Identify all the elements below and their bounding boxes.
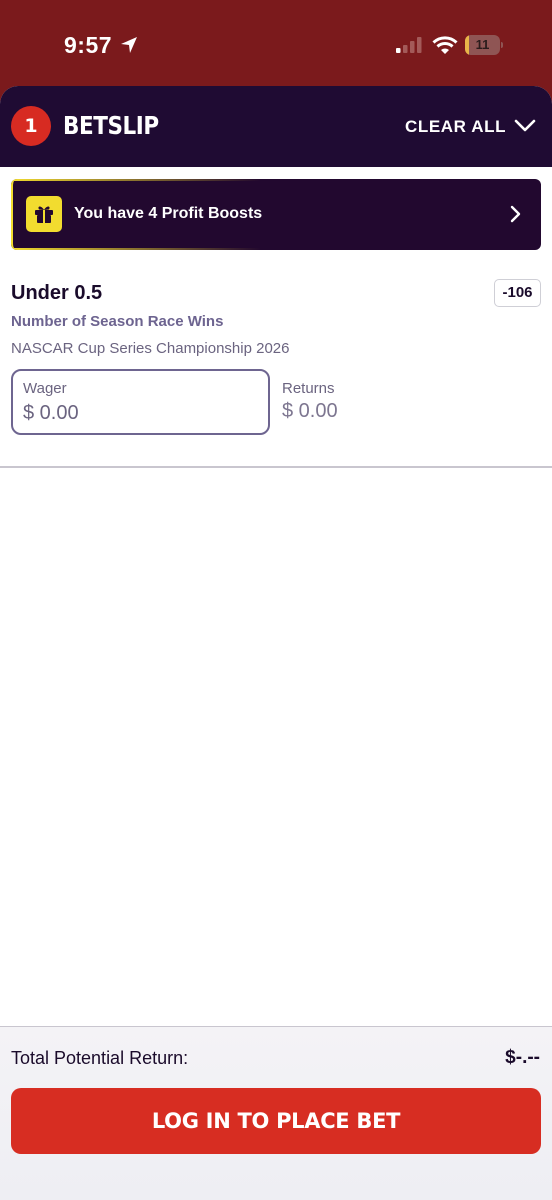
status-bar: 9:57 11 [0,0,552,88]
wager-input[interactable] [23,400,253,426]
chevron-down-icon[interactable] [513,116,537,136]
battery-body: 11 [465,35,500,55]
gift-icon-box [26,196,62,232]
profit-boosts-banner[interactable]: You have 4 Profit Boosts [11,179,541,250]
market-name: Number of Season Race Wins [11,313,224,330]
selection-count-badge: 1 [11,106,51,146]
status-time: 9:57 [64,32,113,58]
gift-icon [35,206,53,223]
selection-title: Under 0.5 [11,282,103,304]
battery-percentage: 11 [475,37,490,52]
betslip-footer: Total Potential Return: $-.-- LOG IN TO … [0,1026,552,1200]
wifi-icon [432,36,458,54]
cellular-signal-icon [396,37,422,53]
total-potential-return-value: $-.-- [505,1047,540,1068]
betslip-title: BETSLIP [63,111,159,140]
returns-value: $ 0.00 [282,400,338,422]
promo-bottom-border [11,248,261,250]
wager-field[interactable]: Wager [11,369,270,435]
betslip-header: 1 BETSLIP CLEAR ALL [0,86,552,167]
battery-indicator: 11 [465,35,503,55]
event-name: NASCAR Cup Series Championship 2026 [11,340,290,357]
promo-top-border [11,179,261,181]
odds-badge: -106 [494,279,541,307]
total-potential-return-label: Total Potential Return: [11,1048,189,1068]
battery-cap [501,42,503,48]
chevron-right-icon [510,205,521,223]
clear-all-button[interactable]: CLEAR ALL [405,117,506,137]
log-in-to-place-bet-button[interactable]: LOG IN TO PLACE BET [11,1088,541,1154]
wager-label: Wager [23,380,67,397]
betslip-sheet: 1 BETSLIP CLEAR ALL You have 4 Profit Bo… [0,86,552,1200]
returns-label: Returns [282,380,335,397]
selection-divider [0,466,552,468]
location-arrow-icon [121,37,137,53]
profit-boosts-text: You have 4 Profit Boosts [74,205,263,222]
